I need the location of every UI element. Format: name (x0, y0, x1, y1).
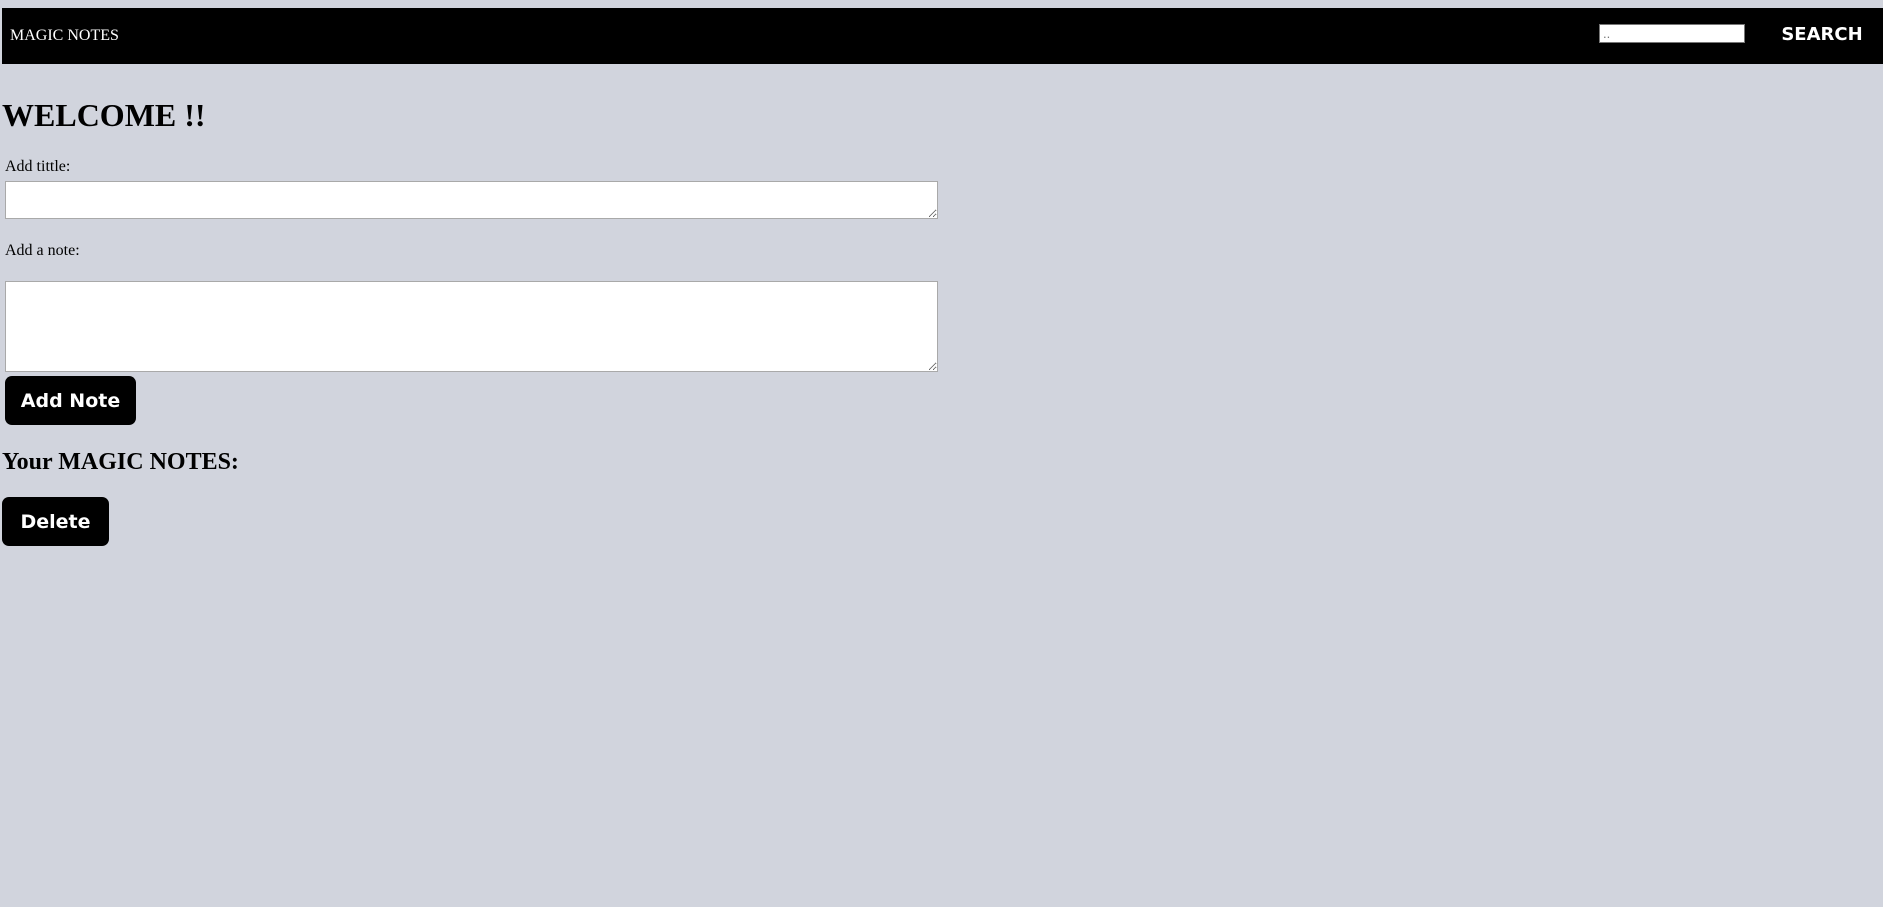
notes-heading: Your MAGIC NOTES: (2, 449, 239, 475)
delete-button[interactable]: Delete (2, 497, 109, 546)
search-input[interactable] (1599, 24, 1745, 43)
title-textarea[interactable] (5, 181, 938, 219)
note-label: Add a note: (5, 242, 80, 259)
welcome-heading: WELCOME !! (2, 97, 206, 133)
title-label: Add tittle: (5, 158, 71, 175)
brand-title: MAGIC NOTES (10, 27, 119, 44)
note-textarea[interactable] (5, 281, 938, 372)
add-note-button[interactable]: Add Note (5, 376, 136, 425)
navbar: MAGIC NOTES SEARCH (2, 8, 1883, 64)
search-button[interactable]: SEARCH (1767, 20, 1877, 48)
